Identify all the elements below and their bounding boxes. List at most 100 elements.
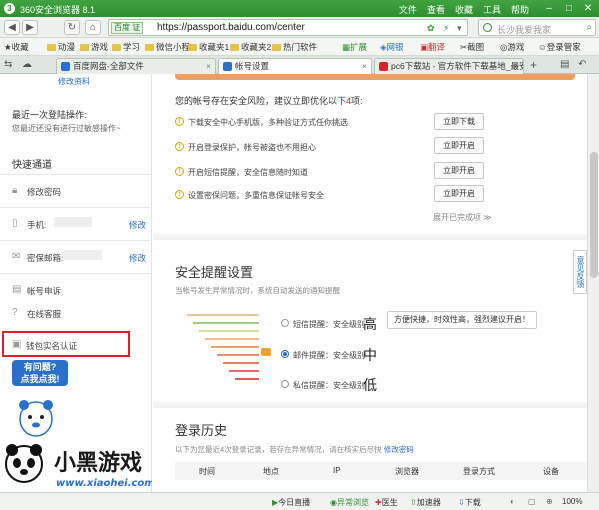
set-security-question-button[interactable]: 立即开启 bbox=[434, 185, 484, 202]
lock-icon: 🔒︎ bbox=[12, 185, 18, 196]
email-alert-radio[interactable] bbox=[281, 350, 289, 358]
sms-alert-radio[interactable] bbox=[281, 319, 289, 327]
sidebar-item-email[interactable]: ✉ 密保邮箱: 修改 bbox=[0, 240, 152, 273]
dropdown-arrow-icon[interactable]: ▾ bbox=[457, 23, 462, 34]
edit-profile-link[interactable]: 修改资料 bbox=[58, 76, 90, 87]
sms-alert-level: 高 bbox=[363, 316, 377, 332]
help-bubble[interactable]: 有问题? 点我点我! bbox=[12, 360, 68, 386]
sidebar-toggle-icon[interactable]: ⇆ bbox=[4, 59, 12, 70]
search-input[interactable]: 长沙我爱我家 ⌕ bbox=[478, 19, 596, 36]
forward-button[interactable]: ▶ bbox=[22, 20, 38, 35]
games-button[interactable]: ◎游戏 bbox=[500, 41, 524, 53]
close-tab-icon[interactable]: × bbox=[514, 59, 519, 73]
site-cert-badge[interactable]: 百度 证 bbox=[111, 22, 144, 34]
bank-button[interactable]: ◈网银 bbox=[380, 41, 404, 53]
bookmark-folder[interactable]: 游戏 bbox=[80, 41, 108, 53]
sidebar-item-phone[interactable]: ▯ 手机: 修改 bbox=[0, 207, 152, 240]
change-password-link[interactable]: 修改密码 bbox=[384, 445, 414, 454]
bookmark-favorites[interactable]: ★收藏 bbox=[4, 41, 29, 53]
cloud-icon[interactable]: ☁ bbox=[22, 59, 32, 70]
recommend-tooltip: 方便快捷，时效性高，强烈建议开启！ bbox=[387, 311, 537, 329]
download-app-button[interactable]: 立即下载 bbox=[434, 113, 484, 130]
bookmark-folder[interactable]: 微信小程 bbox=[145, 41, 190, 53]
status-abnormal[interactable]: ◉异常浏览 bbox=[330, 497, 369, 508]
scrollbar-thumb[interactable] bbox=[590, 152, 598, 278]
translate-button[interactable]: ▣翻译 bbox=[420, 41, 445, 53]
search-icon[interactable]: ⌕ bbox=[586, 22, 592, 33]
sidebar-item-support[interactable]: ? 在线客服 bbox=[0, 302, 152, 324]
score-bar bbox=[175, 74, 575, 80]
back-button[interactable]: ◀ bbox=[4, 20, 20, 35]
status-doctor[interactable]: ✚医生 bbox=[375, 497, 398, 508]
section-divider bbox=[153, 402, 587, 408]
minimize-button[interactable]: – bbox=[540, 2, 558, 15]
warning-icon: ! bbox=[175, 190, 184, 199]
bookmark-folder[interactable]: 学习 bbox=[112, 41, 140, 53]
sidebar-item-change-password[interactable]: 🔒︎ 修改密码 bbox=[0, 174, 152, 207]
expand-completed-link[interactable]: 展开已完成项 ≫ bbox=[433, 212, 492, 223]
menu-favorites[interactable]: 收藏 bbox=[455, 3, 473, 16]
folder-icon bbox=[145, 44, 154, 51]
folder-icon bbox=[230, 44, 239, 51]
tab-account-settings[interactable]: 帐号设置 × bbox=[218, 58, 372, 74]
status-live[interactable]: ▶今日直播 bbox=[272, 497, 310, 508]
zoom-icon[interactable]: ⊕ bbox=[546, 497, 553, 506]
menu-help[interactable]: 帮助 bbox=[511, 3, 529, 16]
edit-phone-link[interactable]: 修改 bbox=[129, 219, 146, 231]
sound-icon[interactable]: ◐ bbox=[510, 497, 515, 506]
undo-close-icon[interactable]: ↶ bbox=[578, 59, 586, 70]
enable-login-protection-button[interactable]: 立即开启 bbox=[434, 137, 484, 154]
pc6-icon bbox=[379, 62, 388, 71]
bookmark-folder[interactable]: 收藏夹1 bbox=[188, 41, 229, 53]
level-pointer-icon bbox=[261, 348, 271, 356]
enable-sms-alert-button[interactable]: 立即开启 bbox=[434, 162, 484, 179]
download-icon: ⇩ bbox=[458, 498, 465, 507]
close-tab-icon[interactable]: × bbox=[362, 59, 367, 73]
close-tab-icon[interactable]: × bbox=[206, 59, 211, 73]
maximize-button[interactable]: □ bbox=[560, 2, 578, 15]
bookmark-folder[interactable]: 收藏夹2 bbox=[230, 41, 271, 53]
mascot-icon[interactable] bbox=[14, 389, 58, 439]
new-tab-icon[interactable]: + bbox=[530, 58, 537, 72]
tab-pc6[interactable]: pc6下载站 - 官方软件下载基地_最安 × bbox=[374, 58, 524, 74]
lightning-icon[interactable]: ⚡ bbox=[443, 23, 449, 34]
window-title: 360安全浏览器 8.1 bbox=[20, 5, 96, 15]
status-accelerator[interactable]: ⇧加速器 bbox=[410, 497, 441, 508]
login-history-subtitle: 以下为您最近4次登录记录，若存在异常情况，请在核实后尽快 修改密码 bbox=[175, 445, 414, 454]
login-manager-button[interactable]: ☺登录管家 bbox=[538, 41, 581, 53]
search-engine-icon[interactable] bbox=[483, 23, 492, 32]
message-alert-radio[interactable] bbox=[281, 380, 289, 388]
fullscreen-icon[interactable]: ▢ bbox=[528, 497, 536, 506]
warning-icon: ! bbox=[175, 142, 184, 151]
edit-email-link[interactable]: 修改 bbox=[129, 252, 146, 264]
screenshot-button[interactable]: ✂截图 bbox=[460, 41, 484, 53]
accelerator-icon: ⇧ bbox=[410, 498, 417, 507]
page-scrollbar[interactable] bbox=[587, 74, 599, 492]
tab-list-icon[interactable]: ▤ bbox=[560, 59, 569, 70]
security-check-icon[interactable]: ✿ bbox=[427, 23, 435, 34]
zoom-level[interactable]: 100% bbox=[562, 497, 582, 506]
bookmark-folder[interactable]: 动漫 bbox=[47, 41, 75, 53]
refresh-button[interactable]: ↻ bbox=[64, 20, 80, 35]
close-window-button[interactable]: ✕ bbox=[579, 2, 597, 15]
doc-icon: ▤ bbox=[12, 284, 22, 295]
feedback-button[interactable]: 意见反馈 bbox=[573, 250, 587, 294]
url-input[interactable]: 百度 证 https://passport.baidu.com/center ✿… bbox=[108, 19, 468, 36]
menu-file[interactable]: 文件 bbox=[399, 3, 417, 16]
home-button[interactable]: ⌂ bbox=[85, 20, 101, 35]
baidu-pan-icon bbox=[61, 62, 70, 71]
folder-icon bbox=[188, 44, 197, 51]
extensions-button[interactable]: ▦扩展 bbox=[342, 41, 367, 53]
folder-icon bbox=[47, 44, 56, 51]
masked-phone bbox=[54, 217, 92, 227]
help-icon: ? bbox=[12, 307, 18, 318]
tab-baidu-pan[interactable]: 百度网盘-全部文件 × bbox=[56, 58, 216, 74]
menu-view[interactable]: 查看 bbox=[427, 3, 445, 16]
account-sidebar: 修改资料 最近一次登陆操作: 您最近还没有进行过敏感操作~ 快速通道 🔒︎ 修改密… bbox=[0, 74, 152, 492]
status-download[interactable]: ⇩下载 bbox=[458, 497, 481, 508]
quick-access-title: 快速通道 bbox=[12, 160, 52, 171]
sidebar-item-wallet-verify[interactable]: ▣ 钱包实名认证 bbox=[2, 331, 130, 357]
menu-tools[interactable]: 工具 bbox=[483, 3, 501, 16]
bookmark-folder[interactable]: 热门软件 bbox=[272, 41, 317, 53]
email-alert-level: 中 bbox=[363, 347, 377, 363]
